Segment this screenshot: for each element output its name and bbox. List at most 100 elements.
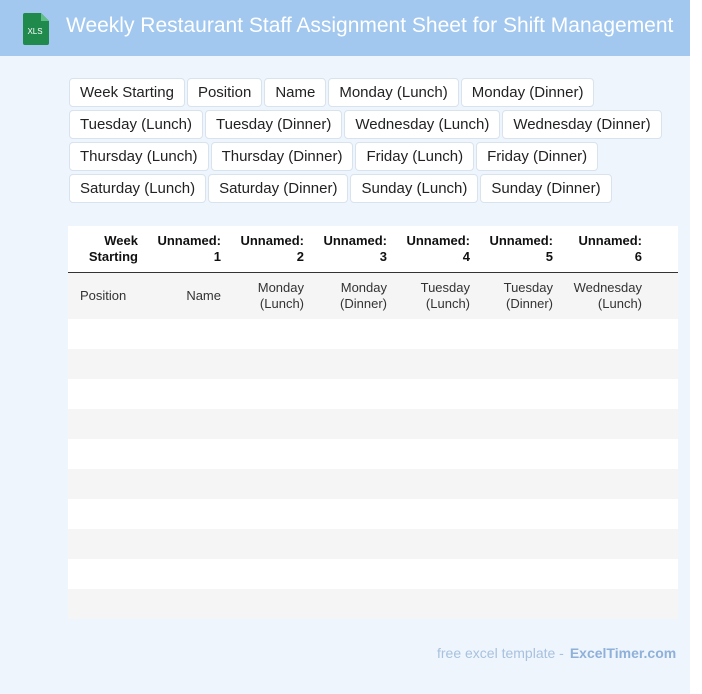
table-cell[interactable] xyxy=(648,559,678,589)
table-cell[interactable] xyxy=(559,499,648,529)
table-row[interactable]: 0 xyxy=(68,589,678,619)
table-cell[interactable] xyxy=(144,409,227,439)
table-cell[interactable] xyxy=(68,379,144,409)
table-cell[interactable] xyxy=(393,469,476,499)
column-header[interactable]: Week Starting xyxy=(68,226,144,273)
column-chip[interactable]: Name xyxy=(264,78,327,107)
table-cell[interactable] xyxy=(68,499,144,529)
table-cell[interactable] xyxy=(227,589,310,619)
table-cell[interactable] xyxy=(476,499,559,529)
column-header[interactable]: Unnamed: 4 xyxy=(393,226,476,273)
table-cell[interactable] xyxy=(144,499,227,529)
column-header[interactable]: Unnamed: 3 xyxy=(310,226,393,273)
table-cell[interactable] xyxy=(648,529,678,559)
column-chip[interactable]: Monday (Dinner) xyxy=(460,78,595,107)
table-cell[interactable] xyxy=(227,529,310,559)
table-cell[interactable] xyxy=(559,319,648,349)
table-cell[interactable] xyxy=(559,529,648,559)
table-cell[interactable] xyxy=(559,409,648,439)
table-cell[interactable] xyxy=(648,319,678,349)
table-cell[interactable] xyxy=(227,349,310,379)
table-cell[interactable] xyxy=(648,409,678,439)
column-chip[interactable]: Wednesday (Dinner) xyxy=(502,110,662,139)
table-cell[interactable] xyxy=(310,319,393,349)
table-cell[interactable] xyxy=(393,379,476,409)
table-cell[interactable] xyxy=(559,349,648,379)
table-cell[interactable] xyxy=(144,589,227,619)
table-cell[interactable] xyxy=(476,529,559,559)
table-cell[interactable] xyxy=(68,319,144,349)
table-cell[interactable] xyxy=(393,529,476,559)
table-cell[interactable] xyxy=(227,559,310,589)
table-cell[interactable] xyxy=(310,409,393,439)
table-cell[interactable] xyxy=(144,439,227,469)
column-header[interactable]: Unnamed: 6 xyxy=(559,226,648,273)
column-chip[interactable]: Sunday (Lunch) xyxy=(350,174,479,203)
table-cell[interactable] xyxy=(310,499,393,529)
table-row[interactable]: 7 xyxy=(68,499,678,529)
table-cell[interactable] xyxy=(227,499,310,529)
table-cell[interactable] xyxy=(310,439,393,469)
column-chip[interactable]: Sunday (Dinner) xyxy=(480,174,612,203)
column-chip[interactable]: Wednesday (Lunch) xyxy=(344,110,501,139)
column-chip[interactable]: Friday (Dinner) xyxy=(476,142,599,171)
table-cell[interactable] xyxy=(559,379,648,409)
table-cell[interactable] xyxy=(559,469,648,499)
table-cell[interactable] xyxy=(648,439,678,469)
table-cell[interactable] xyxy=(144,379,227,409)
table-cell[interactable] xyxy=(310,589,393,619)
table-cell[interactable] xyxy=(476,559,559,589)
table-cell[interactable] xyxy=(648,349,678,379)
table-row[interactable]: 9 xyxy=(68,559,678,589)
column-chip[interactable]: Tuesday (Lunch) xyxy=(69,110,204,139)
table-cell[interactable] xyxy=(648,499,678,529)
column-header[interactable]: Unnamed: 1 xyxy=(144,226,227,273)
preview-table[interactable]: Week Starting Unnamed: 1 Unnamed: 2 Unnamed: 3 U… xyxy=(68,226,678,619)
table-cell[interactable] xyxy=(648,589,678,619)
table-cell[interactable] xyxy=(476,349,559,379)
column-chip[interactable]: Tuesday (Dinner) xyxy=(205,110,343,139)
table-cell[interactable] xyxy=(476,469,559,499)
column-chip[interactable]: Saturday (Dinner) xyxy=(208,174,349,203)
table-row[interactable]: 4 xyxy=(68,409,678,439)
table-cell[interactable] xyxy=(393,589,476,619)
table-cell[interactable] xyxy=(476,319,559,349)
table-cell[interactable] xyxy=(68,349,144,379)
table-cell[interactable] xyxy=(648,469,678,499)
column-header[interactable]: Unnamed: 5 xyxy=(476,226,559,273)
column-chip[interactable]: Position xyxy=(186,78,263,107)
column-chip[interactable]: Thursday (Dinner) xyxy=(210,142,354,171)
table-row[interactable]: 3 xyxy=(68,379,678,409)
table-cell[interactable] xyxy=(310,529,393,559)
table-cell[interactable] xyxy=(227,439,310,469)
table-cell[interactable] xyxy=(227,409,310,439)
table-cell[interactable] xyxy=(393,409,476,439)
column-header[interactable]: Unnamed: 2 xyxy=(227,226,310,273)
table-cell[interactable] xyxy=(68,589,144,619)
table-cell[interactable] xyxy=(310,349,393,379)
table-cell[interactable] xyxy=(68,559,144,589)
table-cell[interactable] xyxy=(227,469,310,499)
table-row[interactable]: 5 xyxy=(68,439,678,469)
table-row[interactable]: 1 xyxy=(68,319,678,349)
table-cell[interactable] xyxy=(144,349,227,379)
table-cell[interactable] xyxy=(227,319,310,349)
table-cell[interactable] xyxy=(559,439,648,469)
table-cell[interactable] xyxy=(68,529,144,559)
table-cell[interactable] xyxy=(144,469,227,499)
table-cell[interactable] xyxy=(393,499,476,529)
table-cell[interactable] xyxy=(144,559,227,589)
table-row[interactable]: 2 xyxy=(68,349,678,379)
column-chip[interactable]: Thursday (Lunch) xyxy=(69,142,209,171)
table-cell[interactable] xyxy=(559,559,648,589)
table-cell[interactable] xyxy=(310,379,393,409)
table-cell[interactable] xyxy=(227,379,310,409)
table-cell[interactable] xyxy=(68,469,144,499)
table-cell[interactable] xyxy=(68,439,144,469)
table-cell[interactable] xyxy=(476,409,559,439)
column-chip[interactable]: Week Starting xyxy=(69,78,185,107)
column-chip[interactable]: Friday (Lunch) xyxy=(355,142,475,171)
table-cell[interactable] xyxy=(648,379,678,409)
table-cell[interactable] xyxy=(393,439,476,469)
table-cell[interactable] xyxy=(476,439,559,469)
